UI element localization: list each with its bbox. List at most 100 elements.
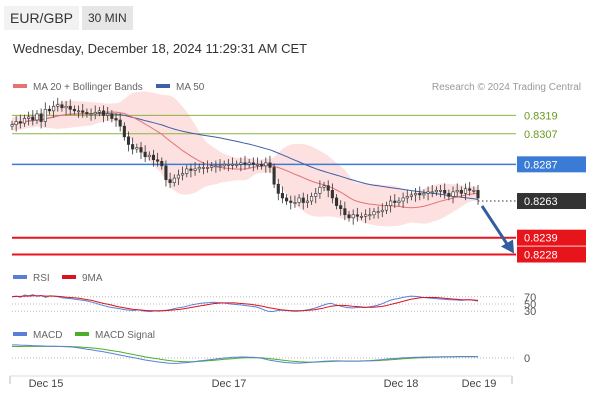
candle-body <box>418 193 422 196</box>
candle-body <box>476 190 480 199</box>
candle-body <box>384 205 389 211</box>
candle-body <box>164 165 168 180</box>
candle-body <box>409 194 413 197</box>
candle-body <box>176 174 180 179</box>
candle-body <box>372 211 376 216</box>
candle-body <box>430 191 434 194</box>
x-tick-label: Dec 17 <box>212 378 247 390</box>
candle-body <box>52 105 56 112</box>
candle-body <box>18 121 22 124</box>
candle-body <box>122 125 126 138</box>
candle-body <box>218 165 222 168</box>
current-level-label: 0.8263 <box>524 196 558 208</box>
candle-body <box>81 110 85 113</box>
candle-body <box>210 165 214 168</box>
candle-body <box>289 200 293 203</box>
candle-body <box>459 190 463 194</box>
candle-body <box>64 105 68 109</box>
rsi-tick-label: 30 <box>524 306 536 318</box>
candle-body <box>43 109 47 122</box>
candle-body <box>77 110 81 113</box>
candle-body <box>255 164 260 166</box>
candle-body <box>14 121 18 125</box>
candle-body <box>230 164 235 166</box>
candle-body <box>239 162 243 165</box>
candle-body <box>27 116 31 119</box>
macd-tick-label: 0 <box>524 353 530 365</box>
candle-body <box>114 118 118 121</box>
candle-body <box>106 113 110 116</box>
x-tick-label: Dec 19 <box>462 378 497 390</box>
candle-body <box>293 202 297 204</box>
ma50-legend-swatch <box>156 84 170 88</box>
candle-body <box>305 200 309 203</box>
candle-body <box>214 165 218 168</box>
rsi-legend-swatch <box>13 275 27 279</box>
candle-body <box>31 116 35 121</box>
candle-body <box>135 147 139 150</box>
candle-body <box>85 112 89 115</box>
candle-body <box>39 113 43 122</box>
macd-legend-label: MACD <box>33 330 62 341</box>
macd-panel: 0 <box>12 344 530 365</box>
candle-body <box>172 177 176 183</box>
macd-signal-legend-swatch <box>75 332 89 336</box>
candle-body <box>447 193 451 197</box>
candle-body <box>131 144 135 150</box>
rsi-ma-line <box>11 295 479 312</box>
candle-body <box>206 167 210 169</box>
candle-body <box>439 190 443 192</box>
candle-body <box>297 197 301 203</box>
ma20-legend-label: MA 20 + Bollinger Bands <box>33 82 143 93</box>
candle-body <box>193 168 197 171</box>
rsi-ma-legend-swatch <box>62 275 76 279</box>
candle-body <box>235 164 239 166</box>
arrow-shaft <box>480 205 512 250</box>
candle-body <box>147 154 151 157</box>
candle-body <box>10 124 14 127</box>
candle-body <box>56 104 60 107</box>
candle-body <box>139 147 143 153</box>
copyright-text: Research © 2024 Trading Central <box>432 82 581 93</box>
candle-body <box>318 186 322 194</box>
candle-body <box>347 214 351 219</box>
candle-body <box>268 162 272 168</box>
candle-body <box>322 185 326 188</box>
candle-body <box>397 200 401 203</box>
candle-body <box>226 164 230 166</box>
candle-body <box>89 113 93 116</box>
candle-body <box>310 196 314 202</box>
candle-body <box>126 136 131 145</box>
resistance-level-label: 0.8307 <box>524 129 558 141</box>
macd-legend-swatch <box>13 332 27 336</box>
candle-body <box>185 168 189 174</box>
candle-body <box>426 191 430 194</box>
candle-body <box>330 190 334 199</box>
price-chart: MA 20 + Bollinger Bands MA 50 Research ©… <box>9 82 586 390</box>
candle-body <box>251 162 255 165</box>
candle-body <box>364 214 368 217</box>
candle-body <box>343 208 347 216</box>
candle-body <box>401 197 405 202</box>
candle-body <box>339 205 343 209</box>
candle-body <box>151 154 156 161</box>
candle-body <box>463 188 468 194</box>
candle-body <box>181 173 185 176</box>
candle-body <box>434 190 438 193</box>
candle-body <box>201 167 205 169</box>
candle-body <box>93 112 97 115</box>
candle-body <box>168 179 172 183</box>
candle-body <box>472 190 476 192</box>
resistance-level-label: 0.8319 <box>524 110 558 122</box>
candle-body <box>414 193 418 196</box>
candle-body <box>351 214 355 219</box>
price-legend: MA 20 + Bollinger Bands MA 50 <box>13 82 205 93</box>
x-tick-label: Dec 15 <box>29 378 64 390</box>
candle-body <box>276 183 280 194</box>
candle-body <box>376 211 380 214</box>
candle-body <box>285 197 289 202</box>
candle-body <box>326 185 330 191</box>
level-labels: 0.8319 0.8307 0.8287 0.8263 0.8239 0.8228 <box>517 110 586 263</box>
candle-body <box>451 191 455 197</box>
candle-body <box>22 118 27 124</box>
